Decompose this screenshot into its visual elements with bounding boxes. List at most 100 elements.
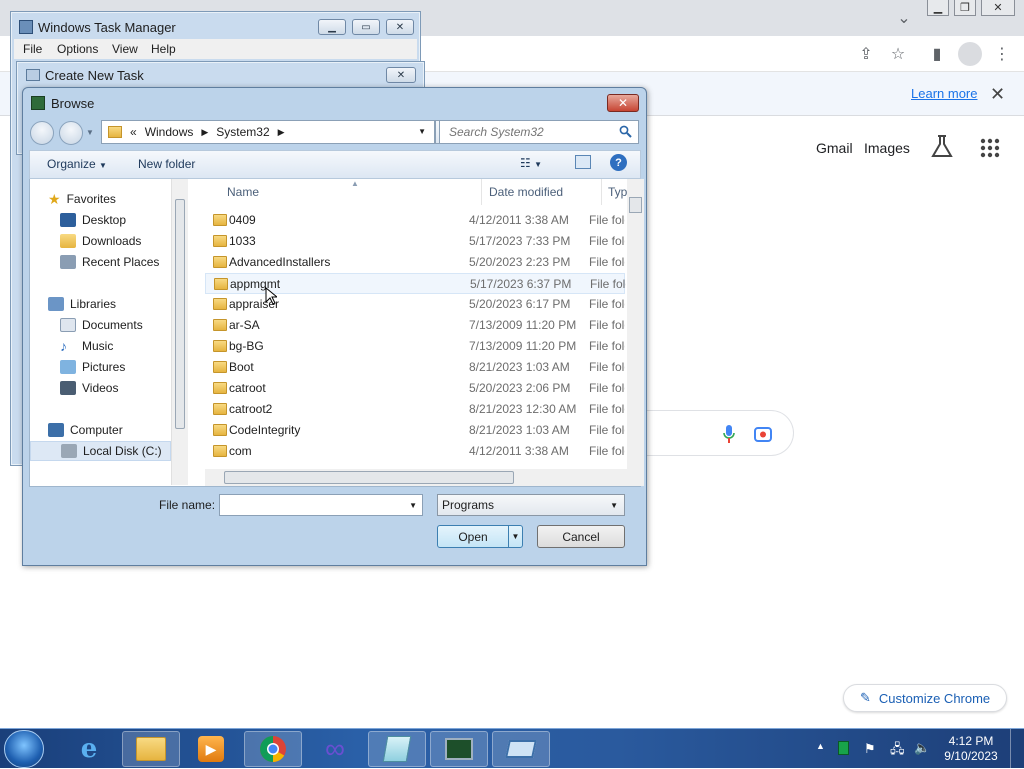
file-row[interactable]: 1033 5/17/2023 7:33 PM File fold (205, 231, 625, 252)
file-name-input[interactable] (220, 495, 400, 515)
menu-help[interactable]: Help (151, 42, 176, 56)
chrome-taskbar-button[interactable] (244, 731, 302, 767)
forward-button[interactable] (59, 121, 83, 145)
system-clock[interactable]: 4:12 PM 9/10/2023 (940, 734, 1002, 764)
nav-item-documents[interactable]: Documents (60, 315, 143, 335)
nav-item-desktop[interactable]: Desktop (60, 210, 126, 230)
nav-item-local-disk[interactable]: Local Disk (C:) (30, 441, 171, 461)
file-row[interactable]: 0409 4/12/2011 3:38 AM File fold (205, 210, 625, 231)
volume-muted-icon[interactable]: 🔈 (914, 740, 930, 756)
column-divider[interactable] (481, 179, 482, 205)
address-bar[interactable]: « Windows ▶ System32 ▶ ▼ (101, 120, 435, 144)
create-new-task-close-button[interactable]: ✕ (386, 67, 416, 83)
column-divider[interactable] (601, 179, 602, 205)
nav-pane-scrollbar[interactable] (171, 179, 188, 485)
task-manager-taskbar-button[interactable] (430, 731, 488, 767)
camera-lens-icon[interactable] (753, 424, 773, 444)
nav-item-videos[interactable]: Videos (60, 378, 118, 398)
breadcrumb-separator-icon[interactable]: ▶ (201, 127, 208, 138)
nav-libraries[interactable]: Libraries (48, 294, 116, 314)
nav-item-label: Music (82, 339, 114, 353)
infinity-app-taskbar-button[interactable]: ∞ (306, 731, 364, 767)
vertical-scroll-thumb[interactable] (629, 197, 642, 213)
internet-explorer-taskbar-button[interactable]: e (60, 731, 118, 767)
new-folder-button[interactable]: New folder (138, 157, 195, 171)
notepad-taskbar-button[interactable] (368, 731, 426, 767)
microphone-icon[interactable] (722, 424, 736, 444)
file-explorer-taskbar-button[interactable] (122, 731, 180, 767)
search-field[interactable] (439, 120, 639, 144)
browse-close-button[interactable]: ✕ (607, 94, 639, 112)
start-button[interactable] (4, 730, 44, 768)
horizontal-scroll-thumb[interactable] (224, 471, 514, 484)
file-row[interactable]: catroot2 8/21/2023 12:30 AM File fold (205, 399, 625, 420)
breadcrumb-separator-icon[interactable]: ▶ (278, 127, 285, 138)
file-row[interactable]: catroot 5/20/2023 2:06 PM File fold (205, 378, 625, 399)
sidepanel-icon[interactable]: ▮ (927, 44, 947, 64)
share-icon[interactable]: ⇪ (856, 44, 876, 64)
apps-grid-icon[interactable] (980, 138, 1000, 158)
column-header-date[interactable]: Date modified (489, 185, 563, 199)
images-link[interactable]: Images (864, 140, 910, 156)
labs-flask-icon[interactable] (930, 134, 954, 160)
file-list-vertical-scrollbar[interactable] (627, 179, 644, 469)
browser-restore-button[interactable]: ❐ (954, 0, 976, 16)
kebab-menu-icon[interactable]: ⋮ (992, 44, 1012, 64)
browser-close-button[interactable]: ✕ (981, 0, 1015, 16)
close-icon[interactable]: ✕ (990, 84, 1005, 105)
file-row[interactable]: AdvancedInstallers 5/20/2023 2:23 PM File … (205, 252, 625, 273)
file-row[interactable]: CodeIntegrity 8/21/2023 1:03 AM File fold (205, 420, 625, 441)
open-split-dropdown-icon[interactable]: ▼ (508, 526, 522, 547)
action-center-flag-icon[interactable]: ⚑ (864, 741, 876, 757)
file-name-combobox[interactable]: ▼ (219, 494, 423, 516)
menu-file[interactable]: File (23, 42, 42, 56)
help-icon[interactable]: ? (610, 154, 627, 171)
nav-item-pictures[interactable]: Pictures (60, 357, 125, 377)
nav-computer[interactable]: Computer (48, 420, 123, 440)
task-manager-minimize-button[interactable]: ▁ (318, 19, 346, 35)
back-button[interactable] (30, 121, 54, 145)
file-list-horizontal-scrollbar[interactable] (205, 469, 644, 486)
breadcrumb-system32[interactable]: System32 (216, 125, 269, 139)
breadcrumb-windows[interactable]: Windows (145, 125, 194, 139)
file-row[interactable]: com 4/12/2011 3:38 AM File fold (205, 441, 625, 462)
tab-search-chevron-icon[interactable]: ⌄ (894, 8, 914, 28)
recent-pages-chevron-icon[interactable]: ▼ (86, 128, 94, 137)
search-icon[interactable] (619, 125, 632, 141)
star-icon[interactable]: ☆ (888, 44, 908, 64)
file-type-select[interactable]: Programs ▼ (437, 494, 625, 516)
open-button[interactable]: Open ▼ (437, 525, 523, 548)
file-row[interactable]: bg-BG 7/13/2009 11:20 PM File fold (205, 336, 625, 357)
show-desktop-button[interactable] (1010, 729, 1024, 769)
tray-app-icon[interactable] (838, 741, 849, 755)
chevron-down-icon[interactable]: ▼ (409, 501, 417, 510)
task-manager-close-button[interactable]: ✕ (386, 19, 414, 35)
media-player-taskbar-button[interactable]: ▶ (182, 731, 240, 767)
file-row[interactable]: Boot 8/21/2023 1:03 AM File fold (205, 357, 625, 378)
learn-more-link[interactable]: Learn more (911, 86, 977, 101)
search-input[interactable] (447, 124, 617, 140)
file-row[interactable]: ar-SA 7/13/2009 11:20 PM File fold (205, 315, 625, 336)
column-header-name[interactable]: Name (227, 185, 259, 199)
organize-button[interactable]: Organize ▼ (47, 157, 107, 171)
task-manager-maximize-button[interactable]: ▭ (352, 19, 380, 35)
breadcrumb-overflow[interactable]: « (130, 125, 137, 139)
preview-pane-icon[interactable] (575, 155, 591, 169)
cancel-button[interactable]: Cancel (537, 525, 625, 548)
gmail-link[interactable]: Gmail (816, 140, 853, 156)
nav-item-recent-places[interactable]: Recent Places (60, 252, 159, 272)
menu-options[interactable]: Options (57, 42, 98, 56)
network-icon[interactable]: 🖧 (890, 740, 905, 762)
show-hidden-icons-icon[interactable]: ▲ (816, 741, 825, 751)
customize-chrome-button[interactable]: ✎ Customize Chrome (843, 684, 1007, 712)
run-dialog-taskbar-button[interactable] (492, 731, 550, 767)
nav-favorites[interactable]: ★ Favorites (48, 189, 116, 209)
menu-view[interactable]: View (112, 42, 138, 56)
nav-scroll-thumb[interactable] (175, 199, 185, 429)
view-options-icon[interactable]: ☷ ▼ (520, 156, 542, 170)
browser-minimize-button[interactable]: ▁ (927, 0, 949, 16)
nav-item-music[interactable]: ♪ Music (60, 336, 113, 356)
address-dropdown-icon[interactable]: ▼ (418, 127, 426, 136)
nav-item-downloads[interactable]: Downloads (60, 231, 141, 251)
profile-icon[interactable] (958, 42, 982, 66)
